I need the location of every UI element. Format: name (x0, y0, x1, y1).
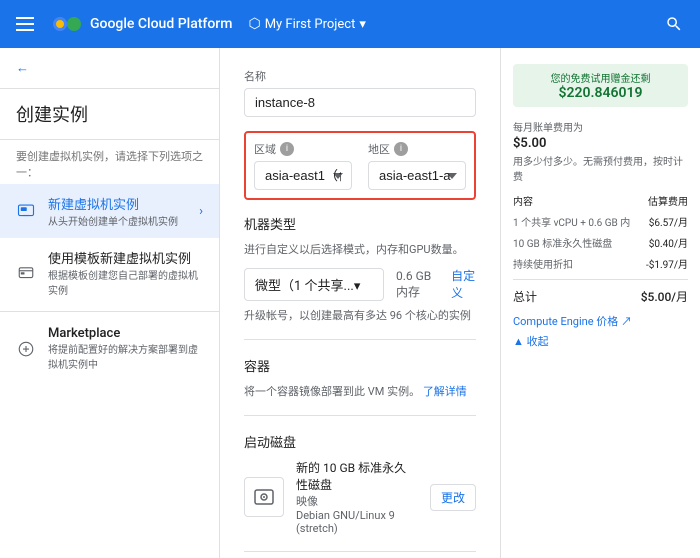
savings-title: 您的免费试用赠金还剩 (521, 70, 680, 85)
divider-3 (244, 551, 476, 552)
region-zone-row: 区域 i asia-east1（台湾） 地区 i asia- (254, 141, 466, 190)
boot-disk-title: 启动磁盘 (244, 432, 476, 451)
machine-type-title: 机器类型 (244, 214, 476, 233)
name-label: 名称 (244, 68, 476, 84)
boot-disk-description: 新的 10 GB 标准永久性磁盘 (296, 459, 418, 493)
billing-value: $5.00 (513, 136, 688, 151)
main-layout: ← 创建实例 要创建虚拟机实例，请选择下列选项之一： 新建虚拟机实例 从头开始创… (0, 48, 700, 558)
boot-disk-icon (244, 477, 284, 517)
customize-button[interactable]: 自定义 (451, 267, 476, 301)
marketplace-icon (16, 339, 36, 359)
main-content: 名称 区域 i asia-east1（台湾） (220, 48, 500, 558)
collapse-link[interactable]: ▲ 收起 (513, 333, 688, 349)
sidebar-subtitle: 要创建虚拟机实例，请选择下列选项之一： (0, 140, 219, 184)
zone-group: 地区 i asia-east1-a (368, 141, 466, 190)
change-button[interactable]: 更改 (430, 484, 476, 511)
sidebar-item-template-vm-label: 使用模板新建虚拟机实例 (48, 248, 203, 267)
cost-label-1: 10 GB 标准永久性磁盘 (513, 235, 649, 250)
machine-type-label: 微型（1 个共享...▾ (255, 275, 360, 294)
sidebar-item-template-vm-sublabel: 根据模板创建您自己部署的虚拟机实例 (48, 267, 203, 297)
billing-note: 用多少付多少。无需预付费用，按时计费 (513, 153, 688, 183)
divider-1 (244, 339, 476, 340)
savings-amount: $220.846019 (521, 85, 680, 101)
boot-disk-os: Debian GNU/Linux 9 (stretch) (296, 509, 418, 535)
sidebar-page-title: 创建实例 (0, 89, 219, 140)
cost-total-value: $5.00/月 (641, 288, 688, 305)
region-info-icon: i (280, 142, 294, 156)
cost-item-1: 10 GB 标准永久性磁盘 $0.40/月 (513, 235, 688, 250)
name-input[interactable] (244, 88, 476, 117)
sidebar-item-marketplace-sublabel: 将提前配置好的解决方案部署到虚拟机实例中 (48, 341, 203, 371)
sidebar-item-arrow: › (199, 204, 203, 219)
template-vm-icon (16, 263, 36, 283)
back-arrow-icon: ← (16, 60, 29, 76)
region-label: 区域 i (254, 141, 352, 157)
cost-item-2: 持续使用折扣 -$1.97/月 (513, 256, 688, 271)
zone-label: 地区 i (368, 141, 466, 157)
billing-title: 每月账单费用为 (513, 119, 688, 134)
boot-disk-section: 启动磁盘 新的 10 GB 标准永久性磁盘 映像 Debian GNU/Linu… (244, 432, 476, 535)
cost-label-0: 1 个共享 vCPU + 0.6 GB 内 (513, 214, 649, 229)
name-field-group: 名称 (244, 68, 476, 117)
search-icon[interactable] (664, 14, 684, 34)
compute-engine-link[interactable]: Compute Engine 价格 ↗ (513, 313, 688, 329)
cost-total-label: 总计 (513, 288, 537, 305)
cost-value-1: $0.40/月 (649, 235, 688, 250)
hamburger-menu[interactable] (16, 12, 40, 36)
sidebar-item-template-vm[interactable]: 使用模板新建虚拟机实例 根据模板创建您自己部署的虚拟机实例 (0, 238, 219, 307)
sidebar-divider (0, 311, 219, 312)
project-dropdown-icon: ▾ (359, 17, 366, 32)
cost-value-2: -$1.97/月 (646, 256, 688, 271)
region-group: 区域 i asia-east1（台湾） (254, 141, 352, 190)
top-navigation: Google Cloud Platform ⬡ My First Project… (0, 0, 700, 48)
search-container (664, 14, 684, 34)
sidebar-item-new-vm[interactable]: 新建虚拟机实例 从头开始创建单个虚拟机实例 › (0, 184, 219, 238)
sidebar: ← 创建实例 要创建虚拟机实例，请选择下列选项之一： 新建虚拟机实例 从头开始创… (0, 48, 220, 558)
sidebar-item-marketplace[interactable]: Marketplace 将提前配置好的解决方案部署到虚拟机实例中 (0, 316, 219, 381)
sidebar-item-new-vm-sublabel: 从头开始创建单个虚拟机实例 (48, 213, 187, 228)
machine-type-select-container: 微型（1 个共享...▾ (244, 268, 384, 301)
container-section: 容器 将一个容器镜像部署到此 VM 实例。 了解详情 (244, 356, 476, 399)
region-select[interactable]: asia-east1（台湾） (254, 161, 352, 190)
machine-type-select-btn[interactable]: 微型（1 个共享...▾ (244, 268, 384, 301)
savings-badge: 您的免费试用赠金还剩 $220.846019 (513, 64, 688, 107)
sidebar-item-marketplace-label: Marketplace (48, 326, 203, 341)
project-name: My First Project (265, 17, 356, 32)
machine-type-row: 微型（1 个共享...▾ 0.6 GB 内存 自定义 (244, 267, 476, 301)
cost-item-0: 1 个共享 vCPU + 0.6 GB 内 $6.57/月 (513, 214, 688, 229)
back-button[interactable]: ← (0, 48, 219, 89)
machine-type-subtitle: 进行自定义以后选择模式，内存和GPU数量。 (244, 241, 476, 257)
cost-section-title: 内容 (513, 193, 648, 208)
vm-icon (16, 201, 36, 221)
form-container: 名称 区域 i asia-east1（台湾） (220, 48, 500, 558)
machine-type-section: 机器类型 进行自定义以后选择模式，内存和GPU数量。 微型（1 个共享...▾ … (244, 214, 476, 323)
divider-2 (244, 415, 476, 416)
project-selector[interactable]: ⬡ My First Project ▾ (248, 16, 365, 32)
zone-select[interactable]: asia-east1-a (368, 161, 466, 190)
cost-value-0: $6.57/月 (649, 214, 688, 229)
container-title: 容器 (244, 356, 476, 375)
cost-label-2: 持续使用折扣 (513, 256, 646, 271)
memory-text: 0.6 GB 内存 (396, 269, 439, 300)
boot-disk-row: 新的 10 GB 标准永久性磁盘 映像 Debian GNU/Linux 9 (… (244, 459, 476, 535)
cost-header: 内容 估算费用 (513, 193, 688, 208)
upgrade-text: 升级帐号，以创建最高有多达 96 个核心的实例 (244, 307, 476, 323)
learn-more-link[interactable]: 了解详情 (423, 385, 467, 398)
app-name: Google Cloud Platform (90, 16, 232, 32)
container-sublabel: 将一个容器镜像部署到此 VM 实例。 了解详情 (244, 383, 476, 399)
app-logo: Google Cloud Platform (52, 12, 232, 36)
boot-disk-image: 映像 (296, 493, 418, 509)
zone-info-icon: i (394, 142, 408, 156)
right-panel: 您的免费试用赠金还剩 $220.846019 每月账单费用为 $5.00 用多少… (500, 48, 700, 558)
boot-disk-info: 新的 10 GB 标准永久性磁盘 映像 Debian GNU/Linux 9 (… (296, 459, 418, 535)
sidebar-item-new-vm-label: 新建虚拟机实例 (48, 194, 187, 213)
cost-section-value: 估算费用 (648, 193, 688, 208)
cost-total-row: 总计 $5.00/月 (513, 279, 688, 305)
region-zone-section: 区域 i asia-east1（台湾） 地区 i asia- (244, 131, 476, 200)
